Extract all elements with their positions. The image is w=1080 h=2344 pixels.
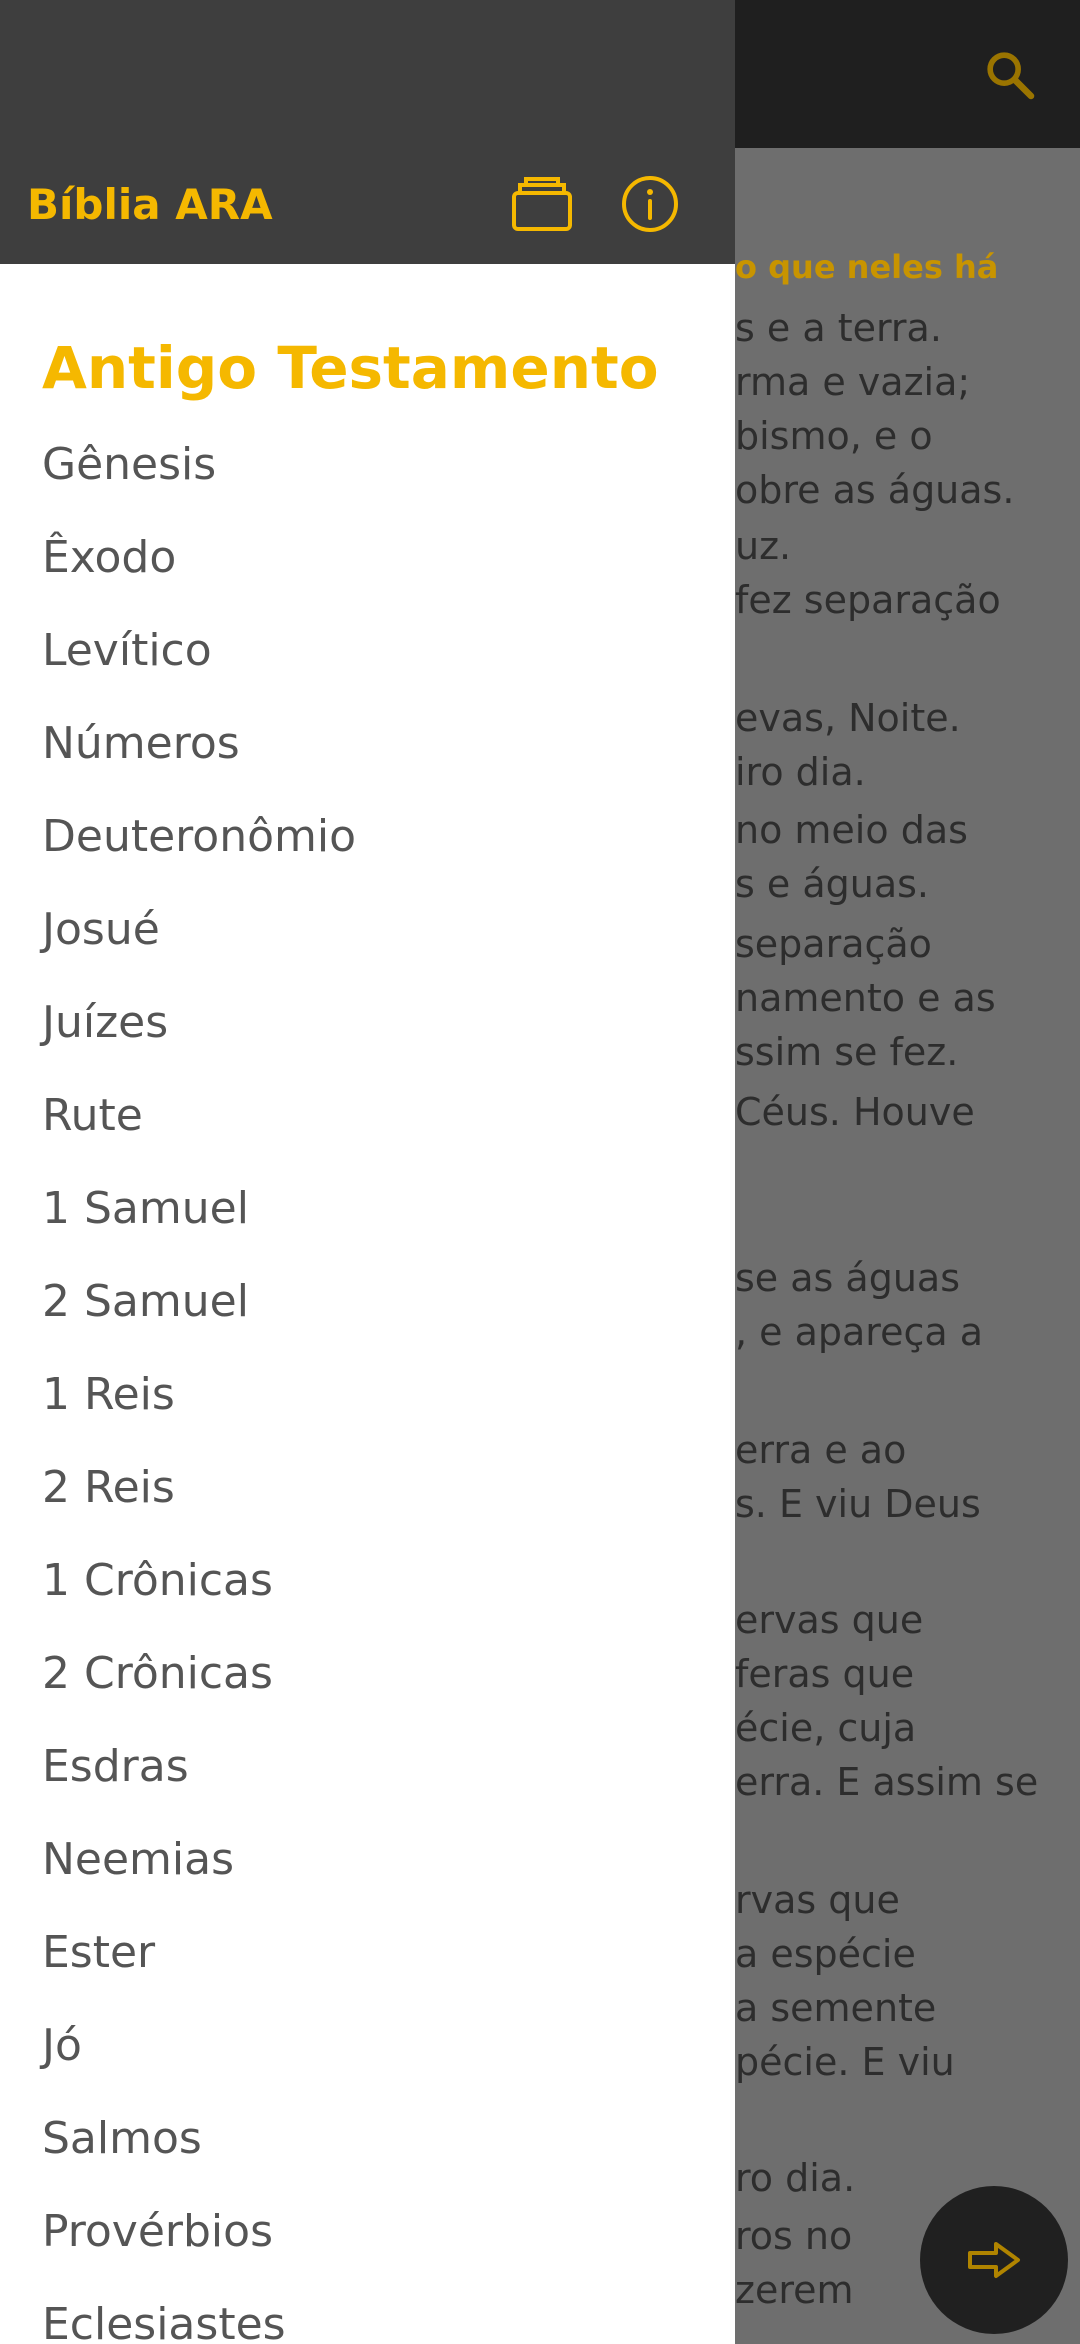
chapter-heading-fragment: o que neles há — [735, 248, 999, 286]
verse-text-fragment: feras que — [735, 1652, 915, 1696]
verse-text-fragment: rvas que — [735, 1878, 900, 1922]
arrow-right-icon — [968, 2242, 1020, 2278]
book-item[interactable]: 2 Reis — [0, 1441, 735, 1534]
book-item[interactable]: Êxodo — [0, 511, 735, 604]
verse-text-fragment: fez separação — [735, 578, 1001, 622]
verse-text-fragment: a espécie — [735, 1932, 916, 1976]
verse-text-fragment: namento e as — [735, 976, 996, 1020]
verse-text-fragment: a semente — [735, 1986, 937, 2030]
verse-text-fragment: s e águas. — [735, 862, 929, 906]
book-item[interactable]: Gênesis — [0, 418, 735, 511]
verse-text-fragment: erra. E assim se — [735, 1760, 1039, 1804]
verse-text-fragment: iro dia. — [735, 750, 866, 794]
verse-text-fragment: ervas que — [735, 1598, 924, 1642]
navigation-drawer: Bíblia ARA Antigo Testamento Gênesis Êxod… — [0, 0, 735, 2344]
book-item[interactable]: Ester — [0, 1906, 735, 1999]
book-item[interactable]: Salmos — [0, 2092, 735, 2185]
search-button[interactable] — [975, 40, 1045, 110]
drawer-title: Bíblia ARA — [27, 180, 273, 229]
verse-text-fragment: obre as águas. — [735, 468, 1015, 512]
book-item[interactable]: Josué — [0, 883, 735, 976]
verse-text-fragment: zerem — [735, 2268, 854, 2312]
next-chapter-fab[interactable] — [920, 2186, 1068, 2334]
verse-text-fragment: separação — [735, 922, 932, 966]
book-item[interactable]: Levítico — [0, 604, 735, 697]
book-list: Gênesis Êxodo Levítico Números Deuteronômio J… — [0, 418, 735, 2344]
verse-text-fragment: ros no — [735, 2214, 853, 2258]
book-item[interactable]: 1 Samuel — [0, 1162, 735, 1255]
book-item[interactable]: Juízes — [0, 976, 735, 1069]
drawer-header: Bíblia ARA — [0, 0, 735, 264]
verse-text-fragment: Céus. Houve — [735, 1090, 975, 1134]
verse-text-fragment: uz. — [735, 524, 792, 568]
verse-text-fragment: pécie. E viu — [735, 2040, 955, 2084]
verse-text-fragment: evas, Noite. — [735, 696, 961, 740]
book-item[interactable]: Rute — [0, 1069, 735, 1162]
book-item[interactable]: 2 Samuel — [0, 1255, 735, 1348]
verse-text-fragment: s e a terra. — [735, 306, 942, 350]
book-item[interactable]: Neemias — [0, 1813, 735, 1906]
verse-text-fragment: erra e ao — [735, 1428, 907, 1472]
book-item[interactable]: Deuteronômio — [0, 790, 735, 883]
book-item[interactable]: Números — [0, 697, 735, 790]
verse-text-fragment: s. E viu Deus — [735, 1482, 981, 1526]
search-icon — [987, 52, 1035, 100]
info-icon[interactable] — [620, 174, 680, 234]
book-item[interactable]: 2 Crônicas — [0, 1627, 735, 1720]
verse-text-fragment: , e apareça a — [735, 1310, 984, 1354]
books-icon[interactable] — [510, 175, 574, 233]
book-item[interactable]: 1 Reis — [0, 1348, 735, 1441]
verse-text-fragment: bismo, e o — [735, 414, 933, 458]
book-item[interactable]: Provérbios — [0, 2185, 735, 2278]
verse-text-fragment: rma e vazia; — [735, 360, 971, 404]
book-item[interactable]: Esdras — [0, 1720, 735, 1813]
verse-text-fragment: ssim se fez. — [735, 1030, 959, 1074]
verse-text-fragment: no meio das — [735, 808, 968, 852]
verse-text-fragment: se as águas — [735, 1256, 960, 1300]
book-item[interactable]: Jó — [0, 1999, 735, 2092]
section-title: Antigo Testamento — [42, 334, 659, 402]
verse-text-fragment: ro dia. — [735, 2156, 856, 2200]
verse-text-fragment: écie, cuja — [735, 1706, 917, 1750]
book-item[interactable]: Eclesiastes — [0, 2278, 735, 2344]
book-item[interactable]: 1 Crônicas — [0, 1534, 735, 1627]
